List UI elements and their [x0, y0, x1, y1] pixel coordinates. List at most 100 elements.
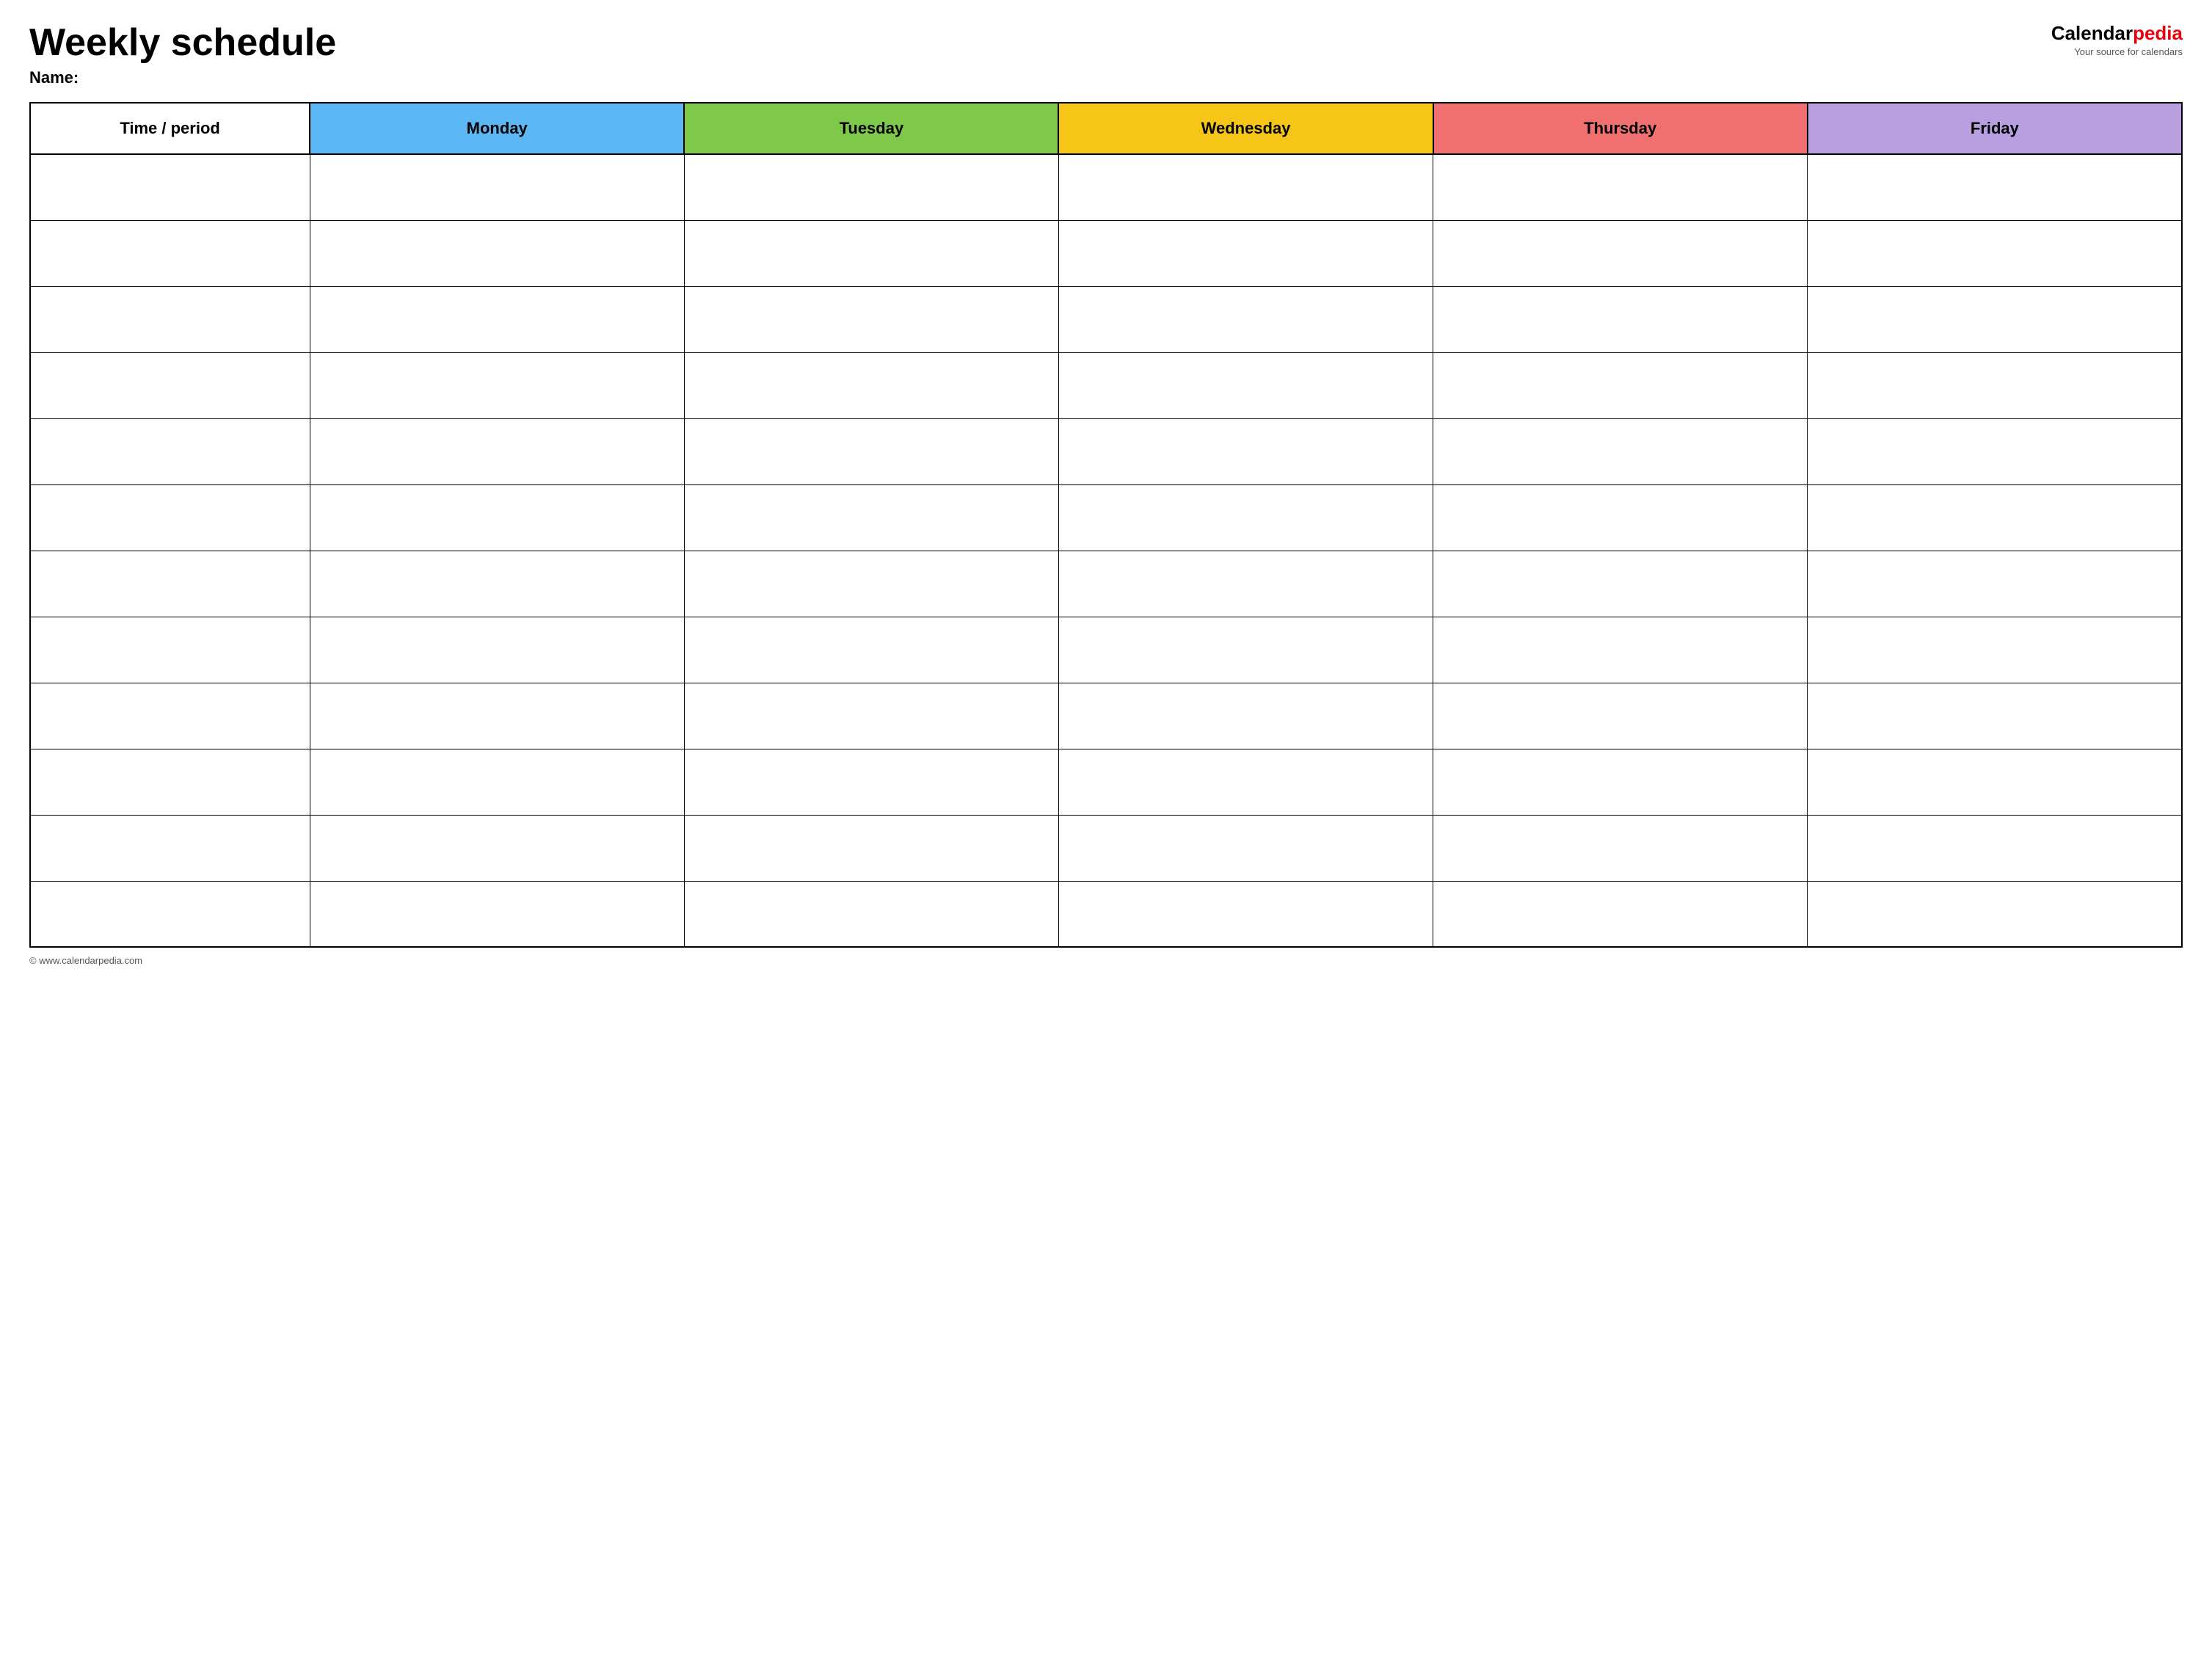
- time-cell[interactable]: [30, 484, 310, 551]
- schedule-cell[interactable]: [1058, 352, 1433, 418]
- schedule-cell[interactable]: [684, 749, 1058, 815]
- name-label: Name:: [29, 68, 336, 87]
- schedule-cell[interactable]: [310, 749, 684, 815]
- time-cell[interactable]: [30, 815, 310, 881]
- time-cell[interactable]: [30, 749, 310, 815]
- schedule-cell[interactable]: [684, 220, 1058, 286]
- schedule-cell[interactable]: [1058, 749, 1433, 815]
- schedule-cell[interactable]: [1808, 617, 2182, 683]
- col-header-tuesday: Tuesday: [684, 103, 1058, 154]
- logo-text: Calendarpedia: [2051, 22, 2183, 45]
- schedule-cell[interactable]: [310, 683, 684, 749]
- time-cell[interactable]: [30, 220, 310, 286]
- time-cell[interactable]: [30, 352, 310, 418]
- schedule-cell[interactable]: [1058, 286, 1433, 352]
- table-row: [30, 418, 2182, 484]
- time-cell[interactable]: [30, 617, 310, 683]
- time-cell[interactable]: [30, 286, 310, 352]
- schedule-cell[interactable]: [310, 815, 684, 881]
- time-cell[interactable]: [30, 881, 310, 947]
- schedule-cell[interactable]: [1808, 352, 2182, 418]
- schedule-cell[interactable]: [310, 220, 684, 286]
- schedule-cell[interactable]: [684, 352, 1058, 418]
- table-row: [30, 154, 2182, 220]
- schedule-cell[interactable]: [1058, 815, 1433, 881]
- table-row: [30, 352, 2182, 418]
- table-row: [30, 484, 2182, 551]
- schedule-cell[interactable]: [1433, 881, 1808, 947]
- schedule-cell[interactable]: [310, 881, 684, 947]
- table-row: [30, 220, 2182, 286]
- schedule-cell[interactable]: [684, 286, 1058, 352]
- schedule-cell[interactable]: [1058, 551, 1433, 617]
- schedule-cell[interactable]: [684, 154, 1058, 220]
- schedule-cell[interactable]: [1058, 220, 1433, 286]
- schedule-cell[interactable]: [1433, 220, 1808, 286]
- schedule-cell[interactable]: [310, 286, 684, 352]
- schedule-cell[interactable]: [1058, 154, 1433, 220]
- schedule-cell[interactable]: [684, 815, 1058, 881]
- schedule-cell[interactable]: [1808, 683, 2182, 749]
- time-cell[interactable]: [30, 551, 310, 617]
- table-header: Time / period Monday Tuesday Wednesday T…: [30, 103, 2182, 154]
- logo-tagline: Your source for calendars: [2074, 46, 2183, 57]
- col-header-monday: Monday: [310, 103, 684, 154]
- schedule-cell[interactable]: [310, 352, 684, 418]
- schedule-cell[interactable]: [1433, 617, 1808, 683]
- schedule-cell[interactable]: [1808, 220, 2182, 286]
- schedule-cell[interactable]: [310, 484, 684, 551]
- col-header-thursday: Thursday: [1433, 103, 1808, 154]
- logo-calendar: Calendar: [2051, 22, 2133, 44]
- schedule-cell[interactable]: [1058, 683, 1433, 749]
- table-row: [30, 617, 2182, 683]
- schedule-cell[interactable]: [1433, 551, 1808, 617]
- schedule-cell[interactable]: [684, 683, 1058, 749]
- schedule-cell[interactable]: [1058, 484, 1433, 551]
- schedule-cell[interactable]: [1433, 154, 1808, 220]
- schedule-cell[interactable]: [684, 418, 1058, 484]
- page-title: Weekly schedule: [29, 22, 336, 64]
- schedule-cell[interactable]: [1433, 286, 1808, 352]
- schedule-cell[interactable]: [684, 617, 1058, 683]
- schedule-cell[interactable]: [1433, 683, 1808, 749]
- table-row: [30, 683, 2182, 749]
- schedule-cell[interactable]: [684, 881, 1058, 947]
- schedule-cell[interactable]: [1433, 352, 1808, 418]
- page-header: Weekly schedule Name: Calendarpedia Your…: [29, 22, 2183, 87]
- title-section: Weekly schedule Name:: [29, 22, 336, 87]
- schedule-cell[interactable]: [1058, 881, 1433, 947]
- schedule-cell[interactable]: [1058, 418, 1433, 484]
- table-row: [30, 551, 2182, 617]
- time-cell[interactable]: [30, 418, 310, 484]
- col-header-time: Time / period: [30, 103, 310, 154]
- footer-url: © www.calendarpedia.com: [29, 955, 142, 966]
- schedule-cell[interactable]: [1808, 815, 2182, 881]
- schedule-cell[interactable]: [310, 551, 684, 617]
- schedule-cell[interactable]: [1808, 484, 2182, 551]
- schedule-cell[interactable]: [1808, 749, 2182, 815]
- schedule-cell[interactable]: [310, 617, 684, 683]
- schedule-cell[interactable]: [684, 551, 1058, 617]
- schedule-cell[interactable]: [1808, 881, 2182, 947]
- footer: © www.calendarpedia.com: [29, 955, 2183, 966]
- schedule-cell[interactable]: [684, 484, 1058, 551]
- schedule-cell[interactable]: [310, 154, 684, 220]
- time-cell[interactable]: [30, 154, 310, 220]
- schedule-cell[interactable]: [1433, 418, 1808, 484]
- schedule-cell[interactable]: [1058, 617, 1433, 683]
- schedule-cell[interactable]: [1433, 815, 1808, 881]
- schedule-cell[interactable]: [1808, 154, 2182, 220]
- table-row: [30, 749, 2182, 815]
- schedule-body: [30, 154, 2182, 947]
- time-cell[interactable]: [30, 683, 310, 749]
- schedule-cell[interactable]: [1433, 749, 1808, 815]
- schedule-cell[interactable]: [1808, 551, 2182, 617]
- table-row: [30, 286, 2182, 352]
- schedule-cell[interactable]: [310, 418, 684, 484]
- table-row: [30, 881, 2182, 947]
- schedule-cell[interactable]: [1808, 418, 2182, 484]
- schedule-cell[interactable]: [1433, 484, 1808, 551]
- logo-pedia: pedia: [2133, 22, 2183, 44]
- header-row: Time / period Monday Tuesday Wednesday T…: [30, 103, 2182, 154]
- schedule-cell[interactable]: [1808, 286, 2182, 352]
